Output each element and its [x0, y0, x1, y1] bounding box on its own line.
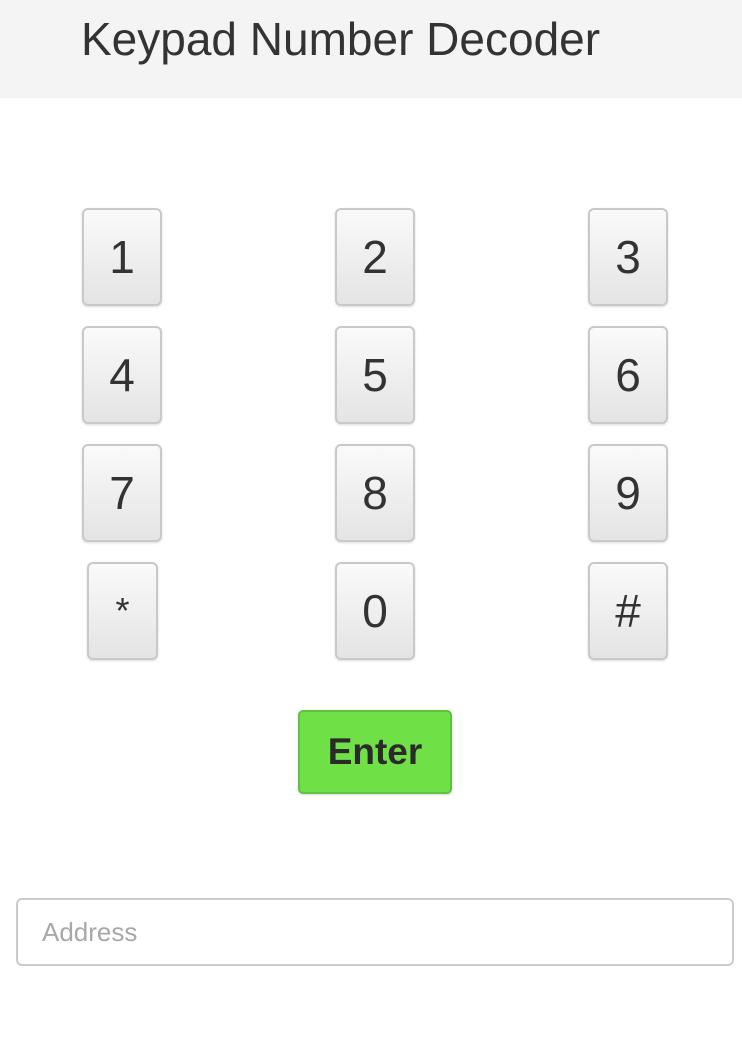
- key-label: 3: [615, 231, 641, 283]
- address-input[interactable]: [16, 898, 734, 966]
- key-label: 0: [362, 585, 388, 637]
- key-label: 9: [615, 467, 641, 519]
- key-label: #: [615, 585, 641, 637]
- key-6-button[interactable]: 6: [588, 326, 668, 424]
- key-label: 5: [362, 349, 388, 401]
- key-label: 8: [362, 467, 388, 519]
- key-label: 2: [362, 231, 388, 283]
- enter-button-label: Enter: [327, 731, 423, 772]
- key-3-button[interactable]: 3: [588, 208, 668, 306]
- key-9-button[interactable]: 9: [588, 444, 668, 542]
- key-label: 4: [109, 349, 135, 401]
- key-1-button[interactable]: 1: [82, 208, 162, 306]
- enter-button[interactable]: Enter: [298, 710, 452, 794]
- page-title: Keypad Number Decoder: [81, 13, 601, 65]
- key-star-button[interactable]: *: [87, 562, 158, 660]
- key-label: *: [115, 590, 130, 631]
- key-label: 7: [109, 467, 135, 519]
- app-header: Keypad Number Decoder: [0, 0, 742, 98]
- key-0-button[interactable]: 0: [335, 562, 415, 660]
- key-hash-button[interactable]: #: [588, 562, 668, 660]
- key-7-button[interactable]: 7: [82, 444, 162, 542]
- key-label: 1: [109, 231, 135, 283]
- key-8-button[interactable]: 8: [335, 444, 415, 542]
- key-5-button[interactable]: 5: [335, 326, 415, 424]
- key-label: 6: [615, 349, 641, 401]
- key-4-button[interactable]: 4: [82, 326, 162, 424]
- key-2-button[interactable]: 2: [335, 208, 415, 306]
